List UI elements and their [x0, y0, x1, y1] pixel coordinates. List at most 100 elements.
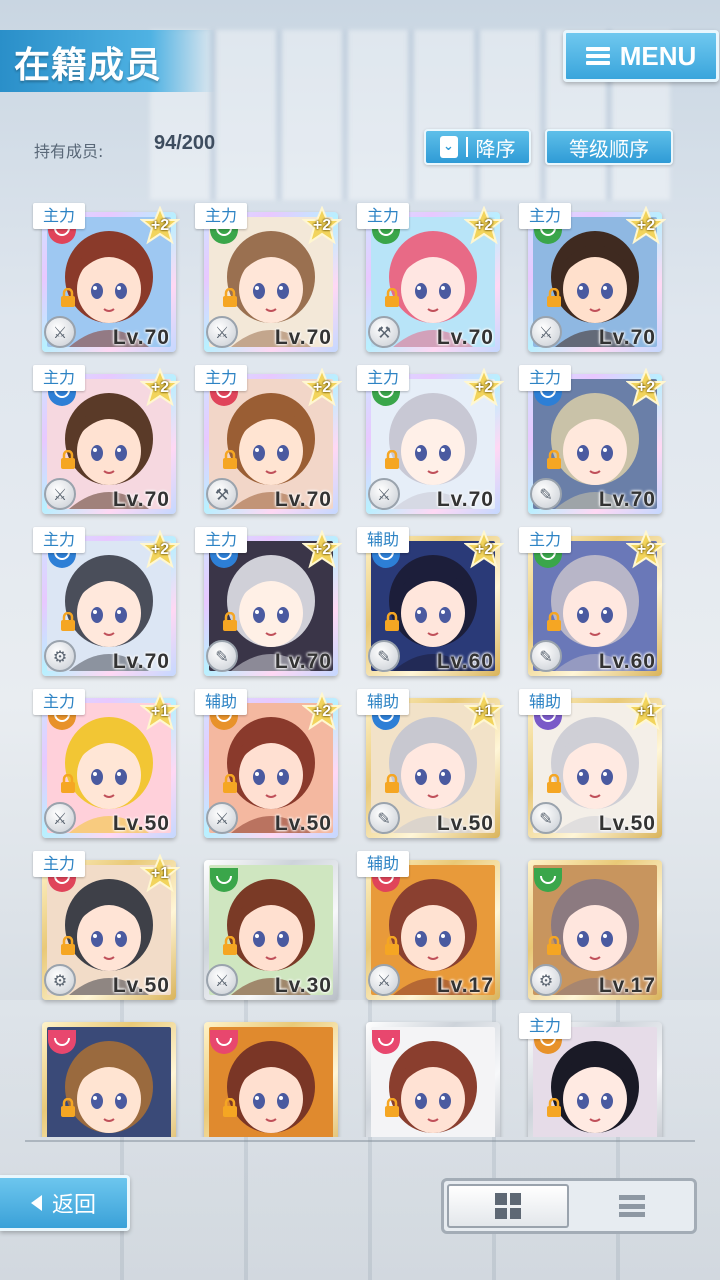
card-level: Lv.70: [112, 326, 170, 349]
sort-direction-label: 降序: [475, 136, 516, 161]
lock-icon[interactable]: [384, 450, 400, 470]
lock-icon[interactable]: [60, 450, 76, 470]
member-card[interactable]: ⚔ Lv.30: [192, 848, 338, 1000]
card-level: Lv.70: [274, 326, 332, 349]
gear-type-icon: ⚙: [44, 640, 76, 672]
member-card[interactable]: [30, 1010, 176, 1137]
role-tag: 主力: [33, 527, 86, 553]
chevron-down-icon: ⌄: [439, 136, 458, 158]
member-card[interactable]: ⚒ Lv.70 主力 +2: [354, 200, 504, 352]
menu-label: MENU: [619, 40, 697, 71]
card-level: Lv.70: [274, 488, 332, 511]
lock-icon[interactable]: [546, 936, 562, 956]
star-rank-icon: +2: [464, 530, 504, 570]
lock-icon[interactable]: [546, 450, 562, 470]
lock-icon[interactable]: [384, 774, 400, 794]
back-arrow-icon: [30, 1195, 42, 1211]
member-card[interactable]: ⚔ Lv.70 主力 +2: [516, 200, 666, 352]
lock-icon[interactable]: [60, 774, 76, 794]
lock-icon[interactable]: [60, 936, 76, 956]
lock-icon[interactable]: [222, 612, 238, 632]
member-card[interactable]: ✎ Lv.60 主力 +2: [516, 524, 666, 676]
member-count-label: 持有成员:: [34, 142, 104, 161]
star-rank-icon: +1: [140, 692, 180, 732]
star-rank-label: +1: [150, 703, 170, 720]
lock-icon[interactable]: [384, 936, 400, 956]
card-level: Lv.50: [598, 812, 656, 835]
star-rank-label: +2: [150, 217, 170, 234]
menu-button[interactable]: MENU: [563, 30, 719, 82]
lock-icon[interactable]: [384, 1098, 400, 1118]
member-card[interactable]: ⚔ Lv.70 主力 +2: [354, 362, 504, 514]
lock-icon[interactable]: [384, 612, 400, 632]
lock-icon[interactable]: [60, 612, 76, 632]
star-rank-icon: +1: [464, 692, 504, 732]
star-rank-icon: +2: [302, 692, 342, 732]
role-tag: 主力: [33, 689, 86, 715]
sword-type-icon: ⚔: [368, 964, 400, 996]
card-level: Lv.50: [436, 812, 494, 835]
star-rank-label: +2: [474, 379, 494, 396]
member-card[interactable]: ⚙ Lv.50 主力 +1: [30, 848, 180, 1000]
member-card[interactable]: ⚒ Lv.70 主力 +2: [192, 362, 342, 514]
member-grid: ⚔ Lv.70 主力 +2 ⚔ Lv.70 主力 +2 ⚒ Lv.70 主力 +2 ⚔ Lv.70 主力 +2…: [30, 200, 690, 1137]
member-card[interactable]: ⚙ Lv.70 主力 +2: [30, 524, 180, 676]
sort-order-button[interactable]: 等级顺序: [545, 129, 673, 165]
role-tag: 主力: [195, 527, 248, 553]
lock-icon[interactable]: [60, 1098, 76, 1118]
member-card[interactable]: ✎ Lv.70 主力 +2: [192, 524, 342, 676]
member-card[interactable]: ⚙ Lv.17: [516, 848, 662, 1000]
lock-icon[interactable]: [546, 1098, 562, 1118]
sword-type-icon: ⚔: [206, 316, 238, 348]
list-view-button[interactable]: [573, 1184, 691, 1228]
wrench-type-icon: ✎: [368, 802, 400, 834]
member-card[interactable]: ⚔ Lv.17 辅助: [354, 848, 500, 1000]
star-rank-icon: +2: [140, 368, 180, 408]
card-level: Lv.50: [112, 974, 170, 997]
role-tag: 辅助: [357, 689, 410, 715]
member-card[interactable]: [354, 1010, 500, 1137]
member-card[interactable]: 主力: [516, 1010, 662, 1137]
sword-type-icon: ⚔: [530, 316, 562, 348]
card-level: Lv.70: [112, 650, 170, 673]
member-card[interactable]: [192, 1010, 338, 1137]
page-title: 在籍成员: [14, 45, 163, 86]
member-count-value: 94/200: [154, 132, 216, 154]
lock-icon[interactable]: [222, 774, 238, 794]
star-rank-icon: +2: [302, 206, 342, 246]
lock-icon[interactable]: [546, 612, 562, 632]
sort-direction-button[interactable]: ⌄ 降序: [424, 129, 531, 165]
lock-icon[interactable]: [222, 450, 238, 470]
lock-icon[interactable]: [222, 288, 238, 308]
sort-order-label: 等级顺序: [569, 136, 649, 161]
grid-view-button[interactable]: [447, 1184, 569, 1228]
member-card[interactable]: ⚔ Lv.70 主力 +2: [30, 200, 180, 352]
star-rank-label: +2: [312, 379, 332, 396]
member-card[interactable]: ✎ Lv.60 辅助 +2: [354, 524, 504, 676]
star-rank-label: +1: [636, 703, 656, 720]
lock-icon[interactable]: [546, 774, 562, 794]
back-button[interactable]: 返回: [0, 1175, 130, 1231]
member-card[interactable]: ✎ Lv.50 辅助 +1: [516, 686, 666, 838]
card-level: Lv.30: [274, 974, 332, 997]
lock-icon[interactable]: [222, 1098, 238, 1118]
wrench-type-icon: ✎: [530, 478, 562, 510]
star-rank-label: +1: [474, 703, 494, 720]
member-card[interactable]: ⚔ Lv.50 辅助 +2: [192, 686, 342, 838]
member-card[interactable]: ✎ Lv.70 主力 +2: [516, 362, 666, 514]
card-level: Lv.60: [598, 650, 656, 673]
lock-icon[interactable]: [222, 936, 238, 956]
lock-icon[interactable]: [60, 288, 76, 308]
role-tag: 辅助: [357, 527, 410, 553]
member-card[interactable]: ⚔ Lv.50 主力 +1: [30, 686, 180, 838]
star-rank-label: +2: [636, 217, 656, 234]
star-rank-icon: +2: [302, 530, 342, 570]
member-card[interactable]: ⚔ Lv.70 主力 +2: [192, 200, 342, 352]
member-card[interactable]: ⚔ Lv.70 主力 +2: [30, 362, 180, 514]
card-level: Lv.70: [274, 650, 332, 673]
star-rank-label: +2: [474, 217, 494, 234]
lock-icon[interactable]: [546, 288, 562, 308]
separator: [465, 137, 468, 157]
lock-icon[interactable]: [384, 288, 400, 308]
member-card[interactable]: ✎ Lv.50 辅助 +1: [354, 686, 504, 838]
